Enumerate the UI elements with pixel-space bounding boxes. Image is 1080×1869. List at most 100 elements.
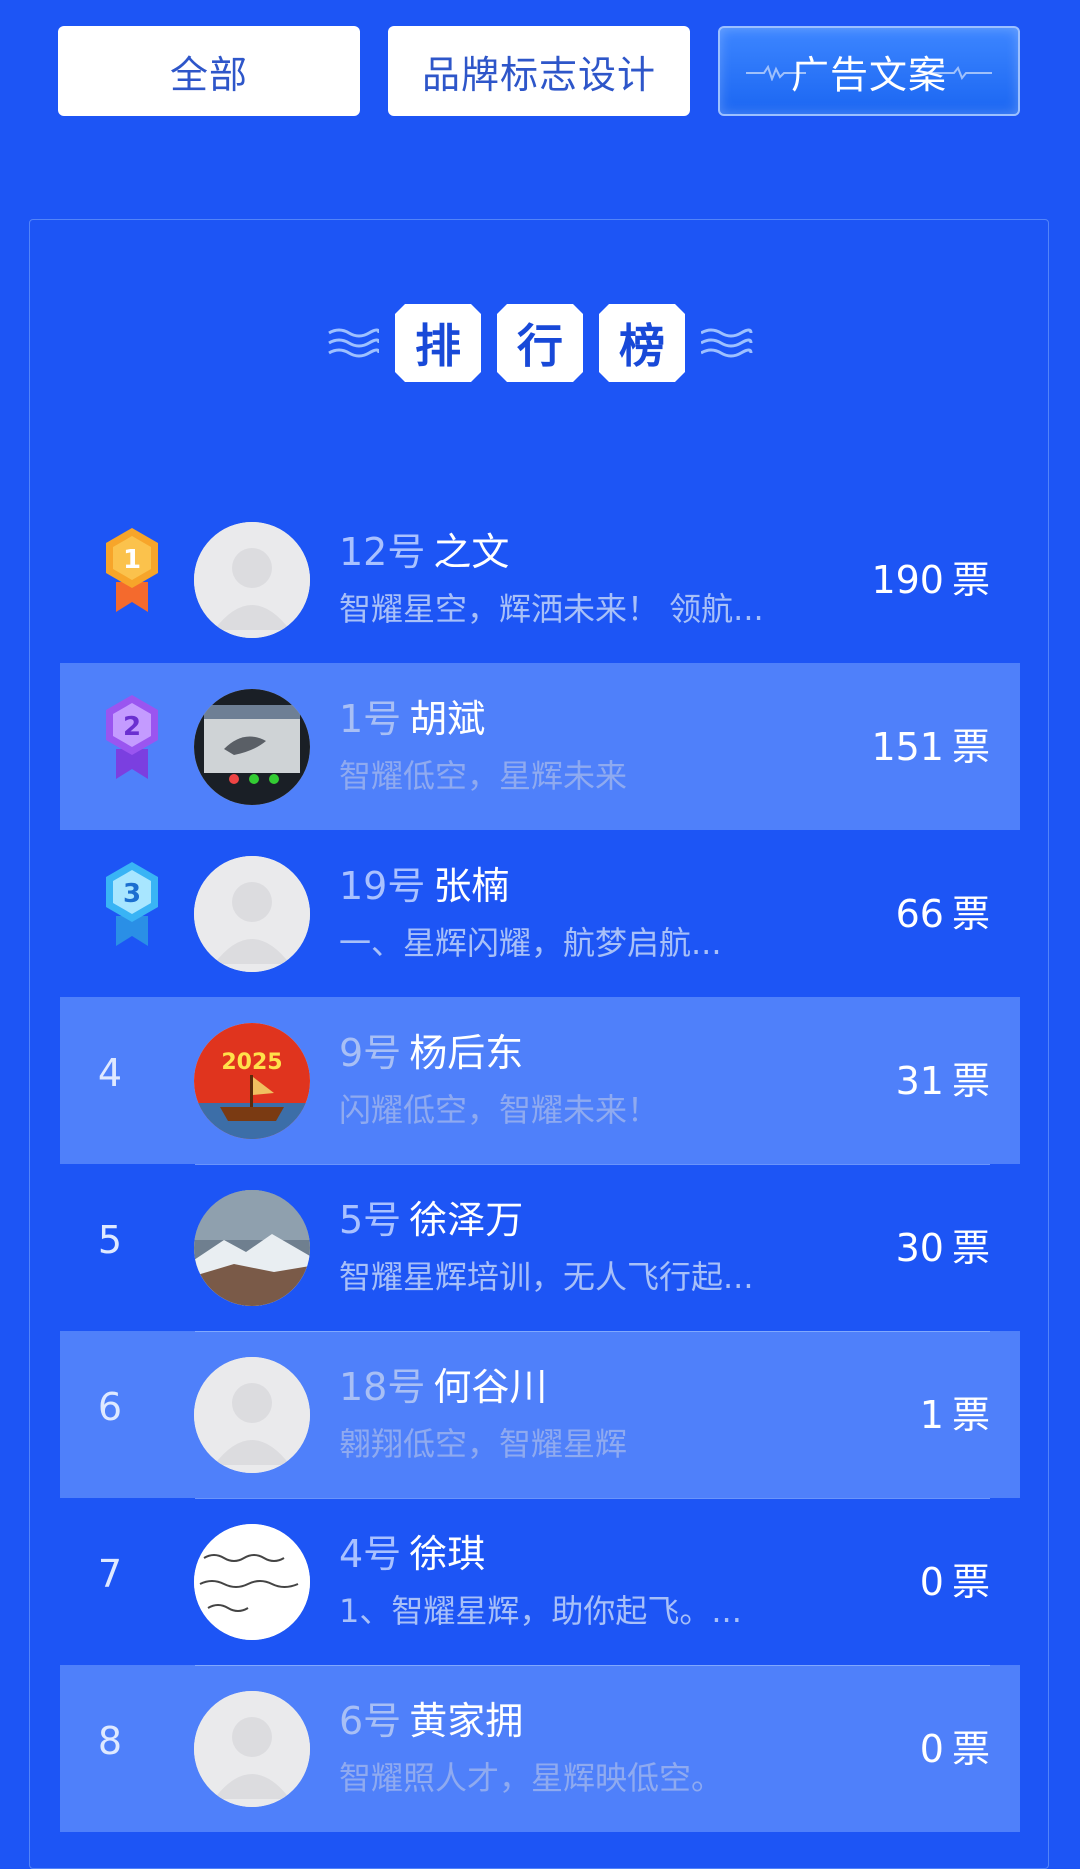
gold-medal-icon: 1 <box>106 528 158 612</box>
vote-unit: 票 <box>951 1727 990 1771</box>
rank-number: 4 <box>97 1051 123 1095</box>
avatar <box>194 689 310 805</box>
vote-unit: 票 <box>951 1059 990 1103</box>
entry-header: 5号 徐泽万 <box>339 1189 523 1244</box>
entry-number: 1号 <box>339 697 402 741</box>
entry-name: 之文 <box>433 530 510 574</box>
tab-all-label: 全部 <box>169 52 248 97</box>
tab-ad-copy[interactable]: 广告文案 <box>718 26 1020 116</box>
rank-row[interactable]: 5 5号 徐泽万 智耀星辉培训，无人飞行起... 30 票 <box>60 1164 1020 1331</box>
vote-number: 31 <box>895 1059 944 1103</box>
vote-count: 1票 <box>920 1384 990 1439</box>
entry-header: 6号 黄家拥 <box>339 1690 523 1745</box>
entry-slogan: 闪耀低空，智耀未来！ <box>339 1091 660 1129</box>
entry-slogan: 智耀星辉培训，无人飞行起... <box>339 1258 754 1296</box>
rank-number: 5 <box>97 1218 123 1262</box>
rank-row[interactable]: 3 19号 张楠 一、星辉闪耀，航梦启航... 66 票 <box>60 830 1020 997</box>
poster-year-text: 2025 <box>221 1050 282 1075</box>
entry-number: 19号 <box>339 864 426 908</box>
entry-number: 6号 <box>339 1699 402 1743</box>
tab-brand-logo-design-label: 品牌标志设计 <box>421 52 656 97</box>
handwritten-text-image-icon <box>194 1524 310 1640</box>
vote-number: 30 <box>895 1226 944 1270</box>
entry-number: 18号 <box>339 1365 426 1409</box>
entry-name: 何谷川 <box>433 1365 548 1409</box>
user-placeholder-icon <box>194 1691 310 1807</box>
rank-number: 8 <box>97 1719 123 1763</box>
blue-medal-icon: 3 <box>106 862 158 946</box>
avatar <box>194 1190 310 1306</box>
rank-row[interactable]: 1 12号 之文 智耀星空，辉洒未来！ 领航... 190 票 <box>60 496 1020 663</box>
mountain-photo-icon <box>194 1190 310 1306</box>
painting-photo-icon <box>194 689 310 805</box>
rank-row[interactable]: 6 18号 何谷川 翱翔低空，智耀星辉 1票 <box>60 1331 1020 1498</box>
entry-header: 19号 张楠 <box>339 855 509 910</box>
user-placeholder-icon <box>194 1357 310 1473</box>
vote-number: 0 <box>919 1727 944 1771</box>
vote-unit: 票 <box>951 892 990 936</box>
category-tabs: 全部 品牌标志设计 广告文案 <box>58 26 1022 118</box>
entry-header: 4号 徐琪 <box>339 1523 485 1578</box>
user-placeholder-icon <box>194 856 310 972</box>
user-placeholder-icon <box>194 522 310 638</box>
vote-count: 0票 <box>920 1718 990 1773</box>
entry-name: 徐琪 <box>409 1532 486 1576</box>
entry-slogan: 翱翔低空，智耀星辉 <box>339 1425 628 1463</box>
leaderboard-title: 排 行 榜 <box>0 303 1080 383</box>
vote-number: 1 <box>919 1393 944 1437</box>
entry-name: 徐泽万 <box>409 1198 524 1242</box>
wave-left-icon <box>328 328 379 358</box>
vote-number: 190 <box>871 558 944 602</box>
tab-brand-logo-design[interactable]: 品牌标志设计 <box>388 26 690 116</box>
entry-slogan: 1、智耀星辉，助你起飞。... <box>339 1592 742 1630</box>
vote-unit: 票 <box>951 1560 990 1604</box>
rank-row[interactable]: 2 1号 胡斌 智耀低空，星辉未来 151 票 <box>60 663 1020 830</box>
vote-number: 66 <box>895 892 944 936</box>
entry-name: 张楠 <box>433 864 510 908</box>
wave-right-icon <box>701 328 753 358</box>
entry-number: 4号 <box>339 1532 402 1576</box>
entry-number: 9号 <box>339 1031 402 1075</box>
rank-number: 7 <box>97 1552 123 1596</box>
entry-header: 12号 之文 <box>339 521 509 576</box>
rank-row[interactable]: 7 4号 徐琪 1、智耀星辉，助你起飞。... 0票 <box>60 1498 1020 1665</box>
vote-count: 190 票 <box>871 549 990 604</box>
vote-count: 0票 <box>920 1551 990 1606</box>
title-char: 榜 <box>599 304 685 382</box>
avatar <box>194 522 310 638</box>
vote-unit: 票 <box>951 558 990 602</box>
medal-rank-label: 1 <box>123 545 141 575</box>
entry-header: 9号 杨后东 <box>339 1022 523 1077</box>
entry-name: 杨后东 <box>409 1031 524 1075</box>
rank-list: 1 12号 之文 智耀星空，辉洒未来！ 领航... 190 票 2 1号 胡斌 … <box>60 496 1020 1832</box>
avatar <box>194 856 310 972</box>
entry-header: 1号 胡斌 <box>339 688 485 743</box>
rank-row[interactable]: 4 2025 9号 杨后东 闪耀低空，智耀未来！ 31 票 <box>60 997 1020 1164</box>
title-char: 行 <box>497 304 583 382</box>
entry-name: 胡斌 <box>409 697 486 741</box>
vote-count: 31 票 <box>896 1050 990 1105</box>
tab-ad-copy-label: 广告文案 <box>790 52 947 97</box>
vote-number: 151 <box>871 725 944 769</box>
vote-number: 0 <box>919 1560 944 1604</box>
avatar <box>194 1357 310 1473</box>
tab-all[interactable]: 全部 <box>58 26 360 116</box>
entry-slogan: 一、星辉闪耀，航梦启航... <box>339 924 722 962</box>
rank-row[interactable]: 8 6号 黄家拥 智耀照人才，星辉映低空。 0票 <box>60 1665 1020 1832</box>
vote-count: 66 票 <box>896 883 990 938</box>
vote-count: 151 票 <box>871 716 990 771</box>
avatar <box>194 1524 310 1640</box>
medal-rank-label: 2 <box>123 712 141 742</box>
entry-header: 18号 何谷川 <box>339 1356 547 1411</box>
entry-number: 12号 <box>339 530 426 574</box>
entry-name: 黄家拥 <box>409 1699 524 1743</box>
entry-slogan: 智耀低空，星辉未来 <box>339 757 628 795</box>
vote-unit: 票 <box>951 1226 990 1270</box>
title-char: 排 <box>395 304 481 382</box>
entry-slogan: 智耀星空，辉洒未来！ 领航... <box>339 590 764 628</box>
rank-number: 6 <box>97 1385 123 1429</box>
entry-number: 5号 <box>339 1198 402 1242</box>
medal-rank-label: 3 <box>123 879 141 909</box>
wave-decoration-icon <box>746 65 806 81</box>
vote-unit: 票 <box>951 725 990 769</box>
